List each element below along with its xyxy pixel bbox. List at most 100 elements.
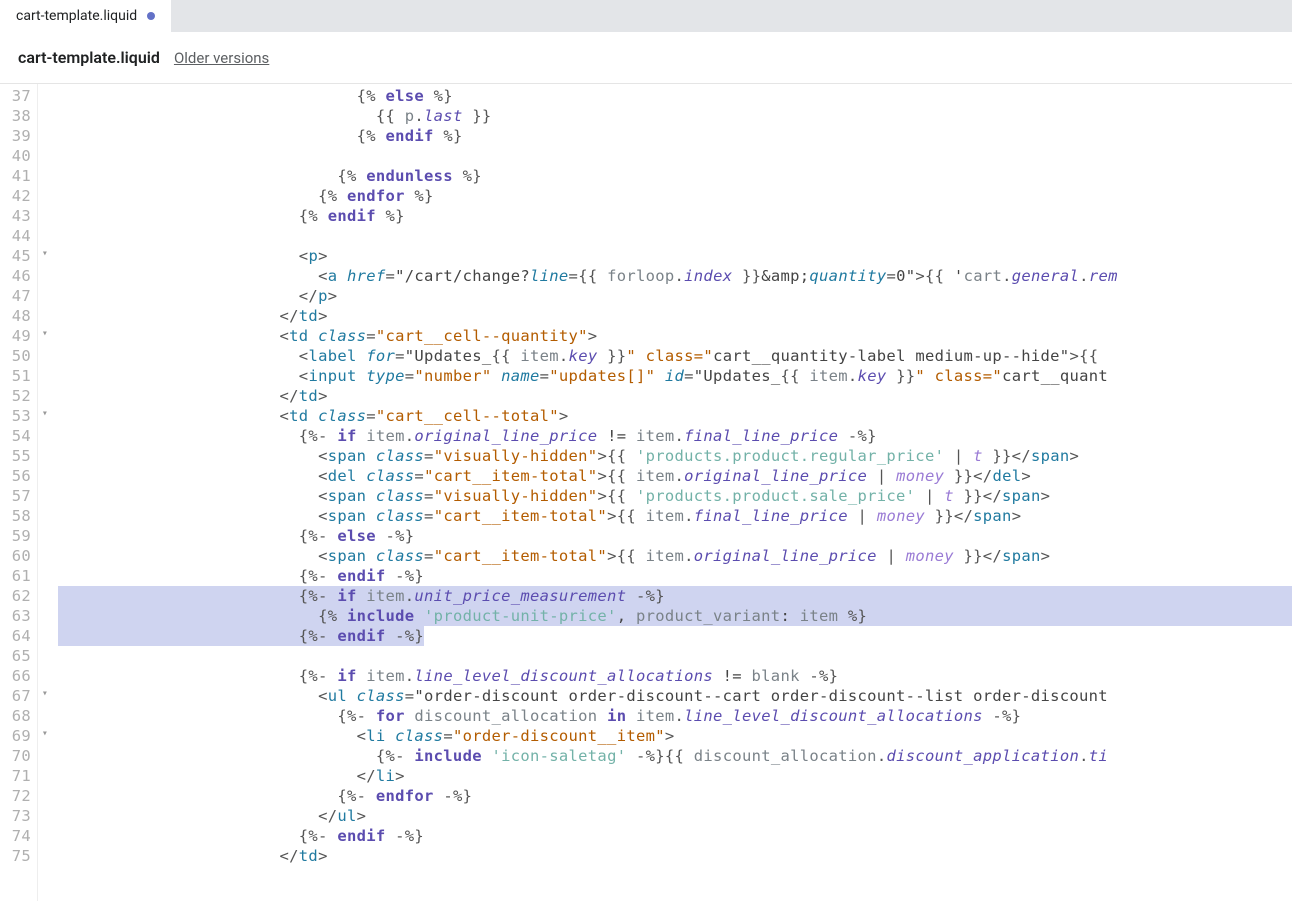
dirty-indicator-icon: [147, 12, 155, 20]
code-line[interactable]: {% endunless %}: [58, 166, 1292, 186]
code-line[interactable]: {% endif %}: [58, 126, 1292, 146]
code-line[interactable]: <ul class="order-discount order-discount…: [58, 686, 1292, 706]
line-number: 64: [6, 626, 31, 646]
code-line[interactable]: {%- endif -%}: [58, 566, 1292, 586]
tab-bar: cart-template.liquid: [0, 0, 1292, 32]
file-title: cart-template.liquid: [18, 48, 160, 67]
code-line[interactable]: </p>: [58, 286, 1292, 306]
fold-marker: [38, 504, 52, 524]
code-line[interactable]: {%- endfor -%}: [58, 786, 1292, 806]
code-line[interactable]: </td>: [58, 306, 1292, 326]
code-line[interactable]: </ul>: [58, 806, 1292, 826]
code-line[interactable]: <span class="visually-hidden">{{ 'produc…: [58, 446, 1292, 466]
line-number: 71: [6, 766, 31, 786]
code-line[interactable]: {% else %}: [58, 86, 1292, 106]
fold-marker[interactable]: ▾: [38, 324, 52, 344]
fold-marker: [38, 144, 52, 164]
line-number: 62: [6, 586, 31, 606]
fold-marker[interactable]: ▾: [38, 724, 52, 744]
older-versions-link[interactable]: Older versions: [174, 49, 269, 67]
code-line[interactable]: </td>: [58, 846, 1292, 866]
line-number: 43: [6, 206, 31, 226]
code-line[interactable]: <del class="cart__item-total">{{ item.or…: [58, 466, 1292, 486]
code-line[interactable]: <span class="cart__item-total">{{ item.o…: [58, 546, 1292, 566]
code-line[interactable]: {%- if item.unit_price_measurement -%}: [58, 586, 1292, 606]
code-line[interactable]: <li class="order-discount__item">: [58, 726, 1292, 746]
line-number: 48: [6, 306, 31, 326]
code-line[interactable]: <label for="Updates_{{ item.key }}" clas…: [58, 346, 1292, 366]
fold-marker: [38, 764, 52, 784]
header-bar: cart-template.liquid Older versions: [0, 32, 1292, 84]
code-line[interactable]: {% include 'product-unit-price', product…: [58, 606, 1292, 626]
fold-marker: [38, 804, 52, 824]
code-line[interactable]: <span class="cart__item-total">{{ item.f…: [58, 506, 1292, 526]
code-line[interactable]: <p>: [58, 246, 1292, 266]
code-line[interactable]: [58, 146, 1292, 166]
line-number: 38: [6, 106, 31, 126]
code-line[interactable]: <span class="visually-hidden">{{ 'produc…: [58, 486, 1292, 506]
code-line[interactable]: </li>: [58, 766, 1292, 786]
code-editor[interactable]: 3738394041424344454647484950515253545556…: [0, 84, 1292, 901]
fold-marker: [38, 184, 52, 204]
line-number: 46: [6, 266, 31, 286]
line-number: 57: [6, 486, 31, 506]
line-number: 41: [6, 166, 31, 186]
fold-marker: [38, 284, 52, 304]
fold-marker: [38, 224, 52, 244]
fold-marker[interactable]: ▾: [38, 684, 52, 704]
fold-marker: [38, 544, 52, 564]
code-line[interactable]: [58, 646, 1292, 666]
code-line[interactable]: {%- endif -%}: [58, 826, 1292, 846]
code-line[interactable]: {%- endif -%}: [58, 626, 1292, 646]
line-number: 40: [6, 146, 31, 166]
fold-marker: [38, 824, 52, 844]
file-tab[interactable]: cart-template.liquid: [0, 0, 172, 32]
line-number: 49: [6, 326, 31, 346]
line-number: 69: [6, 726, 31, 746]
code-line[interactable]: {%- for discount_allocation in item.line…: [58, 706, 1292, 726]
line-number: 65: [6, 646, 31, 666]
fold-marker: [38, 104, 52, 124]
fold-marker: [38, 124, 52, 144]
line-number: 59: [6, 526, 31, 546]
fold-marker: [38, 84, 52, 104]
line-number: 44: [6, 226, 31, 246]
line-number: 51: [6, 366, 31, 386]
code-line[interactable]: <td class="cart__cell--quantity">: [58, 326, 1292, 346]
code-line[interactable]: {% endif %}: [58, 206, 1292, 226]
line-number: 45: [6, 246, 31, 266]
code-line[interactable]: {%- else -%}: [58, 526, 1292, 546]
code-line[interactable]: <td class="cart__cell--total">: [58, 406, 1292, 426]
fold-marker[interactable]: ▾: [38, 244, 52, 264]
code-line[interactable]: {% endfor %}: [58, 186, 1292, 206]
line-number: 63: [6, 606, 31, 626]
code-line[interactable]: </td>: [58, 386, 1292, 406]
line-number: 42: [6, 186, 31, 206]
code-line[interactable]: {%- include 'icon-saletag' -%}{{ discoun…: [58, 746, 1292, 766]
line-number: 39: [6, 126, 31, 146]
line-number: 61: [6, 566, 31, 586]
line-number: 47: [6, 286, 31, 306]
fold-marker: [38, 384, 52, 404]
fold-marker: [38, 264, 52, 284]
code-line[interactable]: {%- if item.original_line_price != item.…: [58, 426, 1292, 446]
line-number: 60: [6, 546, 31, 566]
fold-marker: [38, 524, 52, 544]
fold-marker: [38, 464, 52, 484]
fold-marker: [38, 744, 52, 764]
code-line[interactable]: {%- if item.line_level_discount_allocati…: [58, 666, 1292, 686]
line-number: 52: [6, 386, 31, 406]
fold-marker: [38, 704, 52, 724]
code-line[interactable]: {{ p.last }}: [58, 106, 1292, 126]
fold-marker: [38, 344, 52, 364]
code-line[interactable]: <a href="/cart/change?line={{ forloop.in…: [58, 266, 1292, 286]
fold-marker: [38, 364, 52, 384]
line-number: 53: [6, 406, 31, 426]
fold-marker: [38, 164, 52, 184]
fold-marker: [38, 604, 52, 624]
file-tab-label: cart-template.liquid: [16, 8, 137, 24]
code-line[interactable]: <input type="number" name="updates[]" id…: [58, 366, 1292, 386]
code-line[interactable]: [58, 226, 1292, 246]
code-content[interactable]: {% else %} {{ p.last }} {% endif %} {% e…: [52, 84, 1292, 901]
fold-marker[interactable]: ▾: [38, 404, 52, 424]
